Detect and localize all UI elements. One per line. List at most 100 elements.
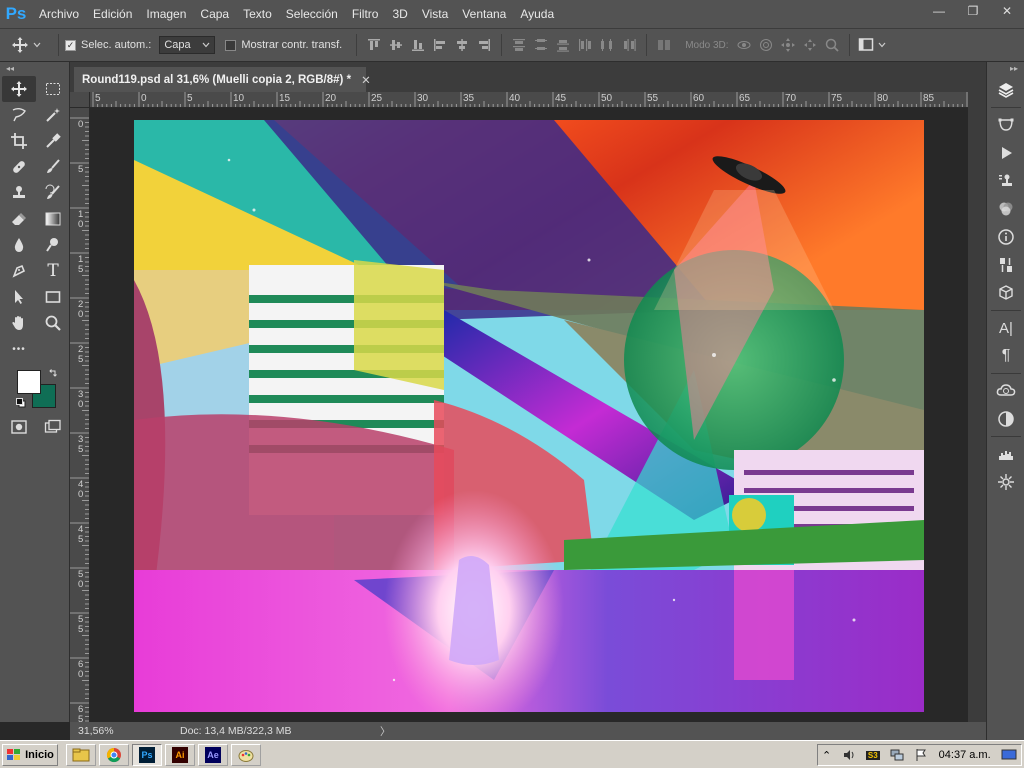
- paths-panel-button[interactable]: [987, 111, 1024, 139]
- navigator-panel-button[interactable]: [987, 468, 1024, 496]
- eraser-tool[interactable]: [2, 206, 36, 232]
- clock[interactable]: 04:37 a.m.: [939, 749, 991, 761]
- menu-capa[interactable]: Capa: [193, 0, 236, 28]
- document-tab[interactable]: Round119.psd al 31,6% (Muelli copia 2, R…: [74, 67, 371, 92]
- pen-tool[interactable]: [2, 258, 36, 284]
- character-panel-button[interactable]: A|: [987, 314, 1024, 342]
- clone-source-panel-button[interactable]: [987, 167, 1024, 195]
- taskbar-paint[interactable]: [231, 743, 261, 766]
- restore-button[interactable]: ❐: [956, 0, 990, 22]
- start-button[interactable]: Inicio: [2, 743, 58, 766]
- move-tool[interactable]: [2, 76, 36, 102]
- type-tool[interactable]: T: [36, 258, 70, 284]
- 3d-panel-button[interactable]: [987, 279, 1024, 307]
- collapse-panels-button[interactable]: ▸▸: [987, 62, 1024, 76]
- hand-tool[interactable]: [2, 310, 36, 336]
- taskbar-illustrator[interactable]: Ai: [165, 743, 195, 766]
- ruler-origin[interactable]: [70, 92, 90, 108]
- healing-tool[interactable]: [2, 154, 36, 180]
- zoom-level[interactable]: 31,56%: [70, 725, 114, 737]
- crop-tool[interactable]: [2, 128, 36, 154]
- vertical-scrollbar[interactable]: [968, 92, 986, 722]
- menu-3d[interactable]: 3D: [385, 0, 414, 28]
- close-button[interactable]: ✕: [990, 0, 1024, 22]
- distribute-hcenter-button[interactable]: [596, 34, 618, 56]
- info-panel-button[interactable]: [987, 223, 1024, 251]
- history-brush-tool[interactable]: [36, 180, 70, 206]
- tray-expand-icon[interactable]: ⌃: [822, 749, 831, 762]
- vertical-ruler[interactable]: 0 5 1 0 1 5 2 0 2 5 3 0 3 5 4 0 4 5 5 0 5 5 6 0 6 5: [70, 108, 90, 722]
- workspace-button[interactable]: [856, 34, 878, 56]
- magic-wand-tool[interactable]: [36, 102, 70, 128]
- status-menu-arrow[interactable]: 〉: [380, 724, 391, 739]
- libraries-panel-button[interactable]: [987, 377, 1024, 405]
- screen-mode-button[interactable]: [36, 414, 70, 440]
- stamp-tool[interactable]: [2, 180, 36, 206]
- 3d-roll-button[interactable]: [755, 34, 777, 56]
- paragraph-panel-button[interactable]: ¶: [987, 342, 1024, 370]
- color-panel-button[interactable]: [987, 195, 1024, 223]
- adjustments-panel-button[interactable]: [987, 251, 1024, 279]
- dodge-tool[interactable]: [36, 232, 70, 258]
- menu-edicion[interactable]: Edición: [86, 0, 139, 28]
- auto-select-checkbox[interactable]: ✓: [65, 39, 76, 51]
- menu-ventana[interactable]: Ventana: [455, 0, 513, 28]
- distribute-bottom-button[interactable]: [552, 34, 574, 56]
- lasso-tool[interactable]: [2, 102, 36, 128]
- histogram-panel-button[interactable]: [987, 440, 1024, 468]
- menu-texto[interactable]: Texto: [236, 0, 279, 28]
- auto-align-button[interactable]: [653, 34, 675, 56]
- 3d-slide-button[interactable]: [799, 34, 821, 56]
- gradient-tool[interactable]: [36, 206, 70, 232]
- 3d-orbit-button[interactable]: [733, 34, 755, 56]
- align-right-button[interactable]: [473, 34, 495, 56]
- align-left-button[interactable]: [429, 34, 451, 56]
- path-selection-tool[interactable]: [2, 284, 36, 310]
- align-vcenter-button[interactable]: [385, 34, 407, 56]
- show-transform-checkbox[interactable]: [225, 39, 237, 51]
- menu-archivo[interactable]: Archivo: [32, 0, 86, 28]
- show-desktop-icon[interactable]: [1001, 749, 1017, 761]
- collapse-tools-button[interactable]: ◂◂: [0, 62, 69, 76]
- menu-filtro[interactable]: Filtro: [345, 0, 386, 28]
- taskbar-after-effects[interactable]: Ae: [198, 743, 228, 766]
- default-colors-icon[interactable]: [16, 398, 26, 408]
- menu-vista[interactable]: Vista: [415, 0, 455, 28]
- menu-ayuda[interactable]: Ayuda: [513, 0, 561, 28]
- swap-colors-icon[interactable]: [48, 368, 58, 378]
- quick-mask-button[interactable]: [2, 414, 36, 440]
- distribute-top-button[interactable]: [508, 34, 530, 56]
- distribute-vcenter-button[interactable]: [530, 34, 552, 56]
- volume-icon[interactable]: [842, 748, 856, 762]
- taskbar-chrome[interactable]: [99, 743, 129, 766]
- brush-tool[interactable]: [36, 154, 70, 180]
- tool-preset-picker[interactable]: [0, 28, 52, 62]
- foreground-color-swatch[interactable]: [17, 370, 41, 394]
- minimize-button[interactable]: —: [922, 0, 956, 22]
- distribute-left-button[interactable]: [574, 34, 596, 56]
- rectangle-tool[interactable]: [36, 284, 70, 310]
- eyedropper-tool[interactable]: [36, 128, 70, 154]
- 3d-scale-button[interactable]: [821, 34, 843, 56]
- marquee-tool[interactable]: [36, 76, 70, 102]
- horizontal-ruler[interactable]: 5051015202530354045505560657075808590: [90, 92, 968, 108]
- edit-toolbar-button[interactable]: •••: [2, 336, 36, 362]
- zoom-tool[interactable]: [36, 310, 70, 336]
- network-icon[interactable]: [890, 748, 904, 762]
- auto-select-target-dropdown[interactable]: Capa: [159, 36, 216, 54]
- document-canvas-image[interactable]: [134, 120, 924, 712]
- action-center-flag-icon[interactable]: [914, 748, 928, 762]
- close-document-icon[interactable]: ✕: [361, 73, 371, 87]
- styles-panel-button[interactable]: [987, 405, 1024, 433]
- blur-tool[interactable]: [2, 232, 36, 258]
- align-bottom-button[interactable]: [407, 34, 429, 56]
- menu-imagen[interactable]: Imagen: [139, 0, 193, 28]
- taskbar-explorer[interactable]: [66, 743, 96, 766]
- align-top-button[interactable]: [363, 34, 385, 56]
- taskbar-photoshop[interactable]: Ps: [132, 743, 162, 766]
- actions-panel-button[interactable]: [987, 139, 1024, 167]
- layers-panel-button[interactable]: [987, 76, 1024, 104]
- 3d-pan-button[interactable]: [777, 34, 799, 56]
- align-hcenter-button[interactable]: [451, 34, 473, 56]
- tray-badge-icon[interactable]: S3: [865, 750, 880, 760]
